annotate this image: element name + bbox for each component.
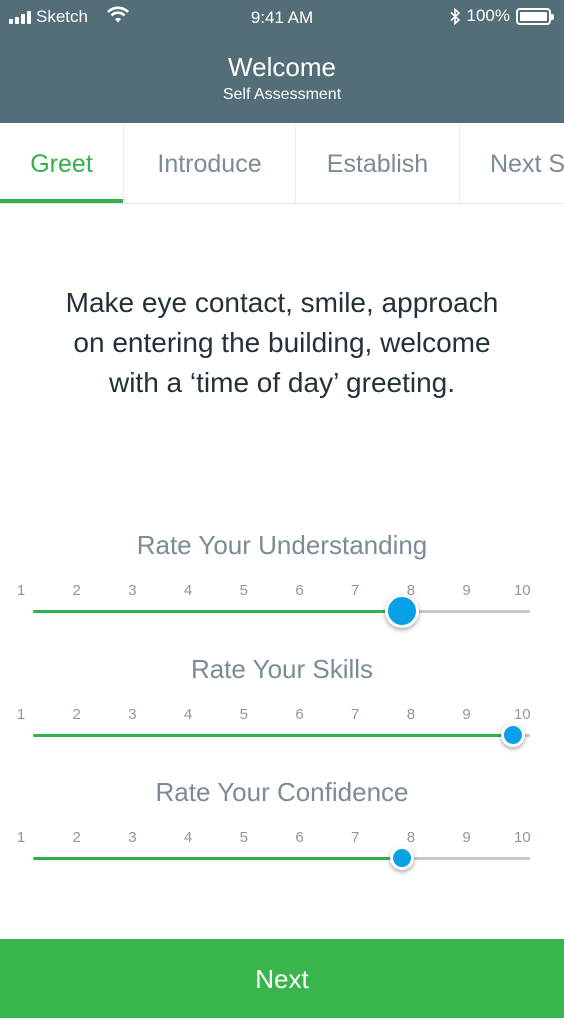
confidence-slider-track[interactable] [33,857,530,860]
scale-tick: 4 [183,829,193,846]
scale-tick: 8 [406,829,416,846]
scale-tick: 3 [128,706,137,723]
slider-fill [33,857,402,860]
scale-tick: 10 [513,706,531,723]
bluetooth-icon [449,7,460,25]
scale-tick: 7 [351,582,360,599]
scale-tick: 7 [351,706,360,723]
battery-icon [516,7,554,25]
tab-next-step[interactable]: Next S [460,123,564,203]
battery-percent: 100% [466,6,510,25]
scale-tick: 8 [406,706,416,723]
instruction-text: Make eye contact, smile, approach on ent… [20,283,544,403]
scale-tick: 9 [462,582,471,599]
nav-header: Sketch 9:41 AM 100% Welcome Self Assessm… [0,0,564,123]
tab-introduce[interactable]: Introduce [124,123,296,203]
status-right: 100% [449,6,554,26]
scale-tick: 4 [183,706,193,723]
scale-tick: 5 [239,582,248,599]
scale-tick: 4 [183,582,193,599]
page-subtitle: Self Assessment [222,86,342,103]
skills-slider-track[interactable] [33,734,530,737]
scale-tick: 10 [513,582,531,599]
status-bar: Sketch 9:41 AM 100% [0,0,564,36]
scale-tick: 2 [72,706,81,723]
rating-title: Rate Your Understanding [136,530,428,560]
tab-establish[interactable]: Establish [296,123,460,203]
tab-greet[interactable]: Greet [0,123,124,203]
rating-scale: 1 2 3 4 5 6 7 8 9 10 [0,829,564,847]
instruction-line-3: with a ‘time of day’ greeting. [108,367,456,398]
scale-tick: 6 [295,706,304,723]
scale-tick: 3 [128,582,137,599]
slider-fill [33,610,402,613]
scale-tick: 2 [72,582,81,599]
scale-tick: 9 [462,706,471,723]
rating-scale: 1 2 3 4 5 6 7 8 9 10 [0,582,564,600]
scale-tick: 3 [128,829,137,846]
scale-tick: 5 [239,706,248,723]
step-tabs: Greet Introduce Establish Next S [0,123,564,204]
next-button[interactable]: Next [0,939,564,1018]
scale-tick: 1 [16,582,26,599]
scale-tick: 10 [513,829,531,846]
instruction-line-2: on entering the building, welcome [73,327,491,358]
page-title: Welcome [228,52,336,82]
instruction-line-1: Make eye contact, smile, approach [65,287,499,318]
rating-scale: 1 2 3 4 5 6 7 8 9 10 [0,706,564,724]
scale-tick: 9 [462,829,471,846]
scale-tick: 1 [16,829,26,846]
scale-tick: 6 [295,582,304,599]
scale-tick: 5 [239,829,248,846]
understanding-slider-track[interactable] [33,610,530,613]
scale-tick: 2 [72,829,81,846]
slider-fill [33,734,514,737]
skills-slider-thumb[interactable] [501,723,526,747]
scale-tick: 1 [16,706,26,723]
rating-title: Rate Your Skills [190,654,374,684]
scale-tick: 6 [295,829,304,846]
scale-tick: 7 [351,829,360,846]
confidence-slider-thumb[interactable] [389,846,414,870]
active-tab-indicator [0,199,123,203]
understanding-slider-thumb[interactable] [384,594,419,628]
rating-title: Rate Your Confidence [155,777,409,807]
